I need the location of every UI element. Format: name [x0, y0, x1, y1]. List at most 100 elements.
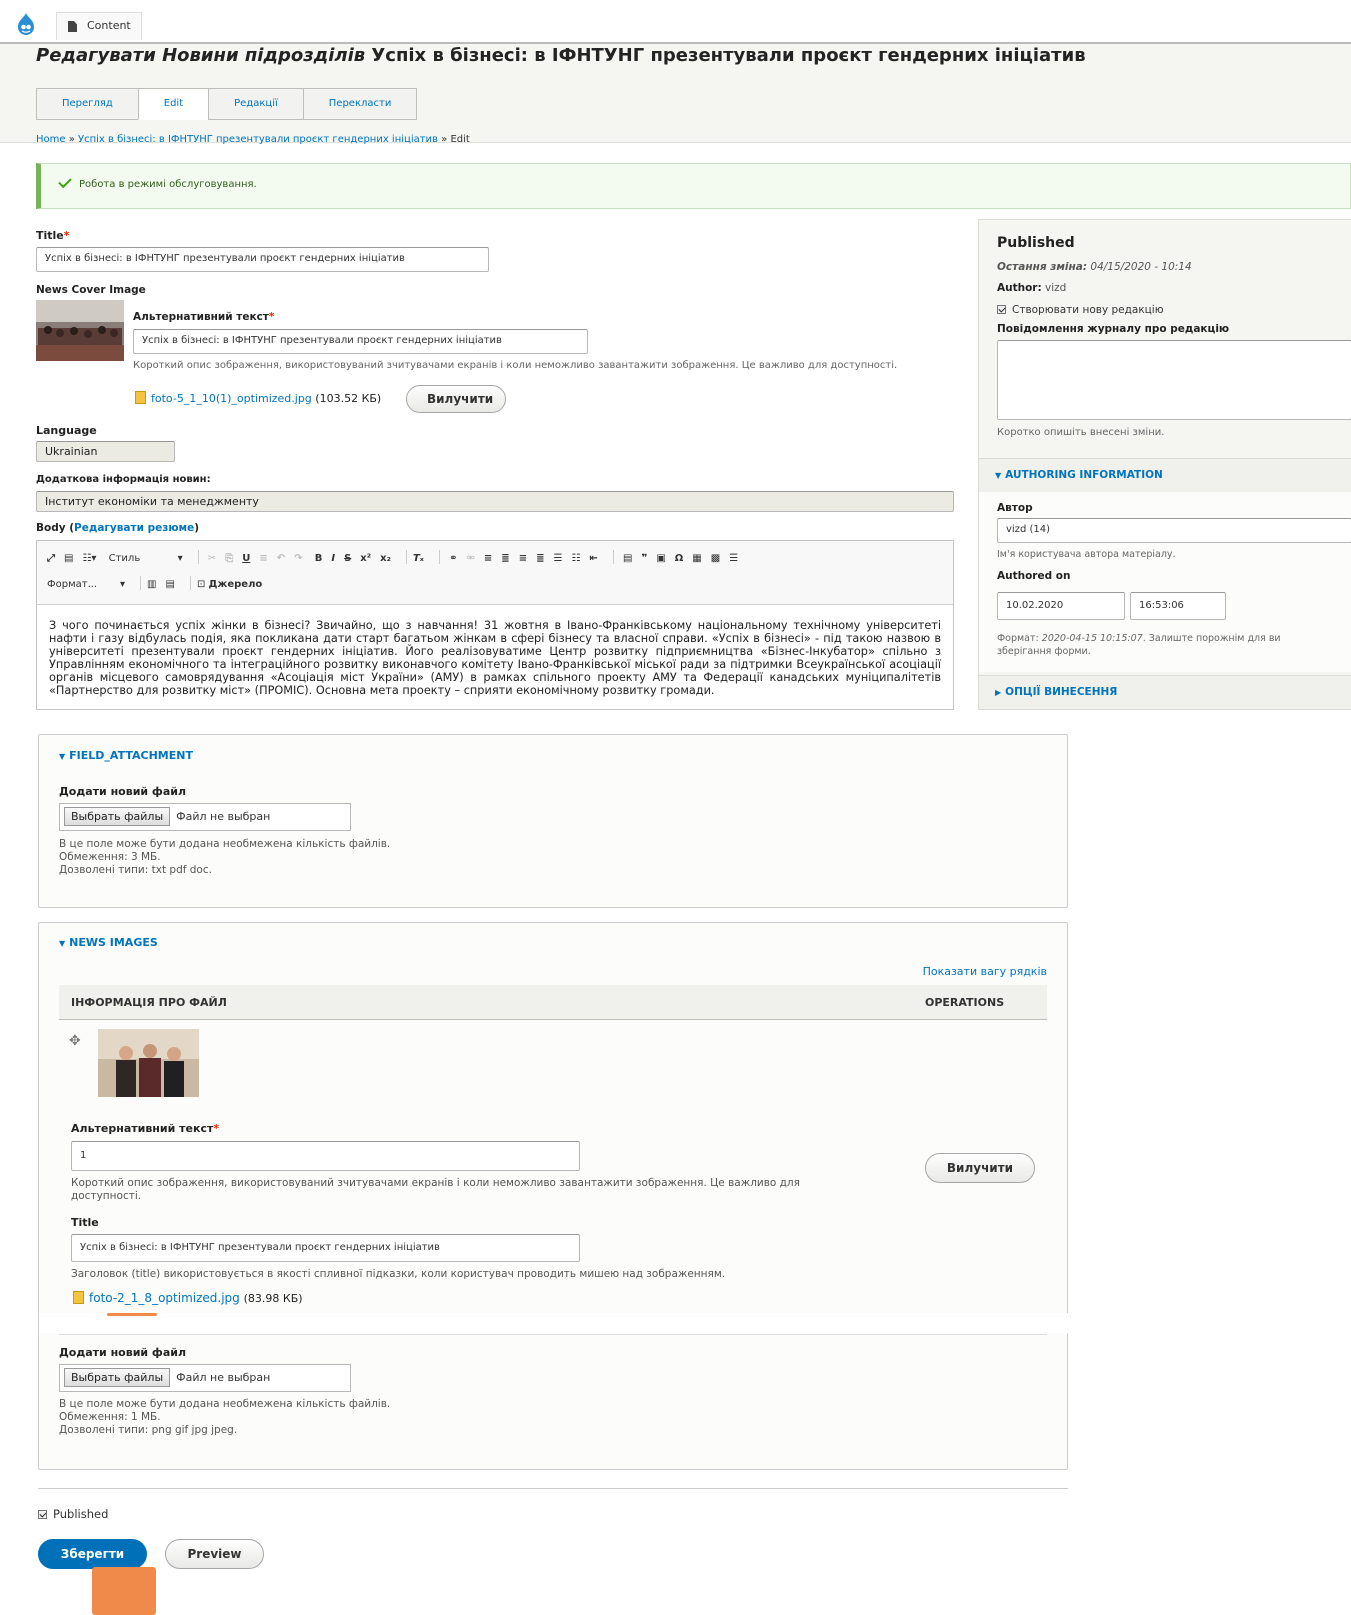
attachment-help: В це поле може бути додана необмежена кі… — [59, 838, 391, 876]
indent-icon[interactable]: ≡ — [259, 553, 267, 564]
template-icon[interactable]: ▤ — [165, 579, 174, 590]
hr-icon[interactable]: ☰ — [729, 553, 738, 564]
cut-icon[interactable]: ✂ — [208, 553, 216, 564]
breadcrumb-node[interactable]: Успіх в бізнесі: в ІФНТУНГ презентували … — [78, 134, 438, 145]
align-center-icon[interactable]: ≣ — [501, 553, 509, 564]
attachment-file-input[interactable]: Выбрать файлы Файл не выбран — [59, 803, 351, 831]
last-change: Остання зміна: 04/15/2020 - 10:14 — [997, 261, 1192, 273]
underline-icon[interactable]: U — [242, 553, 250, 564]
paste-icon[interactable]: ▤ — [64, 553, 73, 564]
status-message: Робота в режимі обслуговування. — [36, 163, 1351, 209]
maximize-icon[interactable]: ⤢ — [47, 553, 55, 564]
format-dropdown[interactable]: Формат... — [47, 579, 111, 590]
attachment-legend[interactable]: ▼ FIELD_ATTACHMENT — [59, 749, 193, 762]
table-icon[interactable]: ▦ — [692, 553, 701, 564]
superscript-icon[interactable]: x² — [360, 553, 371, 564]
image-title-input[interactable]: Успіх в бізнесі: в ІФНТУНГ презентували … — [71, 1234, 580, 1262]
language-select[interactable]: Ukrainian — [36, 441, 175, 462]
remove-format-icon[interactable]: Tₓ — [413, 553, 424, 564]
bottom-screenshot: ▼ FIELD_ATTACHMENT Додати новий файл Выбр… — [0, 710, 1351, 1615]
tab-revisions[interactable]: Редакції — [208, 88, 303, 120]
image-remove-button[interactable]: Вилучити — [925, 1153, 1035, 1183]
save-button[interactable]: Зберегти — [38, 1539, 147, 1569]
body-editor[interactable]: ⤢ ▤ ☷▾ Стиль ▾ ✂ ⎘ U ≡ ↶ ↷ B I Sx² x₂ Tₓ ⚭ ⚮ ≡ ≣ ≡ ≣ ☰ ☷ ⇤ ▤… — [36, 540, 954, 710]
image-file-icon — [73, 1291, 84, 1304]
choose-files-button[interactable]: Выбрать файлы — [64, 807, 171, 826]
tab-view[interactable]: Перегляд — [36, 88, 138, 120]
highlight-marker — [107, 1313, 157, 1316]
authoring-section-toggle[interactable]: ▼ AUTHORING INFORMATION — [979, 458, 1351, 492]
strike-icon[interactable]: S — [344, 553, 351, 564]
justify-icon[interactable]: ≣ — [536, 553, 544, 564]
blockquote-icon[interactable]: ❞ — [641, 553, 647, 564]
image-file-link[interactable]: foto-2_1_8_optimized.jpg — [89, 1291, 240, 1305]
cover-file-link[interactable]: foto-5_1_10(1)_optimized.jpg — [151, 392, 312, 405]
show-row-weights-link[interactable]: Показати вагу рядків — [923, 965, 1047, 978]
extra-info-select[interactable]: Інститут економіки та менеджменту — [36, 491, 954, 512]
admin-toolbar: Content — [0, 0, 1351, 42]
edit-summary-link[interactable]: Редагувати резюме — [74, 522, 194, 534]
image-title-description: Заголовок (title) використовується в яко… — [71, 1268, 726, 1280]
highlight-marker — [92, 1567, 156, 1615]
top-screenshot: Content Редагувати Новини підрозділів Ус… — [0, 0, 1351, 710]
unlink-icon[interactable]: ⚮ — [467, 553, 475, 564]
redo-icon[interactable]: ↷ — [294, 553, 302, 564]
time-input[interactable]: 16:53:06 — [1130, 592, 1226, 620]
checkbox-icon[interactable] — [997, 305, 1006, 314]
choose-files-button[interactable]: Выбрать файлы — [64, 1368, 171, 1387]
triangle-down-icon: ▼ — [995, 471, 1002, 480]
cover-file: foto-5_1_10(1)_optimized.jpg (103.52 КБ) — [135, 391, 381, 405]
drag-handle-icon[interactable]: ✥ — [69, 1033, 81, 1049]
title-input[interactable]: Успіх в бізнесі: в ІФНТУНГ презентували … — [36, 247, 489, 272]
autor-label: Автор — [997, 502, 1033, 514]
page-title: Редагувати Новини підрозділів Успіх в бі… — [36, 45, 1086, 66]
toolbar-content[interactable]: Content — [56, 12, 142, 40]
image-file-input[interactable]: Выбрать файлы Файл не выбран — [59, 1364, 351, 1392]
breadcrumb-home[interactable]: Home — [36, 134, 66, 145]
published-title: Published — [997, 235, 1075, 251]
cover-remove-button[interactable]: Вилучити — [406, 385, 506, 413]
cover-thumbnail — [36, 300, 124, 361]
link-icon[interactable]: ⚭ — [449, 553, 457, 564]
image-icon[interactable]: ▣ — [656, 553, 665, 564]
italic-icon[interactable]: I — [331, 553, 335, 564]
alt-input[interactable]: Успіх в бізнесі: в ІФНТУНГ презентували … — [133, 329, 588, 354]
editor-toolbar: ⤢ ▤ ☷▾ Стиль ▾ ✂ ⎘ U ≡ ↶ ↷ B I Sx² x₂ Tₓ ⚭ ⚮ ≡ ≣ ≡ ≣ ☰ ☷ ⇤ ▤… — [37, 541, 953, 605]
source-button[interactable]: ⊡ Джерело — [197, 579, 271, 590]
style-dropdown[interactable]: Стиль — [109, 553, 169, 564]
authoring-panel: Автор vizd (14) Ім'я користувача автора … — [979, 492, 1351, 672]
align-left-icon[interactable]: ≡ — [484, 553, 492, 564]
alt-label: Альтернативний текст* — [133, 311, 275, 323]
published-checkbox[interactable]: Published — [38, 1507, 108, 1521]
undo-icon[interactable]: ↶ — [277, 553, 285, 564]
drupal-logo-icon[interactable] — [14, 12, 38, 36]
outdent-icon[interactable]: ⇤ — [589, 553, 597, 564]
paste-text-icon[interactable]: ▤ — [623, 553, 632, 564]
news-images-fieldset: ▼ NEWS IMAGES Показати вагу рядків ІНФОРМ… — [38, 922, 1069, 1470]
autor-input[interactable]: vizd (14) — [997, 518, 1351, 543]
image-alt-input[interactable]: 1 — [71, 1141, 580, 1171]
editor-body[interactable]: З чого починається успіх жінки в бізнесі… — [37, 605, 953, 710]
cover-label: News Cover Image — [36, 284, 146, 296]
media-icon[interactable]: ▩ — [711, 553, 720, 564]
bullet-list-icon[interactable]: ☰ — [553, 553, 562, 564]
bold-icon[interactable]: B — [315, 553, 323, 564]
tab-translate[interactable]: Перекласти — [302, 88, 418, 120]
log-textarea[interactable] — [997, 340, 1351, 420]
new-revision-checkbox[interactable]: Створювати нову редакцію — [997, 304, 1164, 316]
number-list-icon[interactable]: ☷ — [571, 553, 580, 564]
options-section-toggle[interactable]: ▶ ОПЦІЇ ВИНЕСЕННЯ — [979, 675, 1351, 709]
news-images-legend[interactable]: ▼ NEWS IMAGES — [59, 936, 158, 949]
checkbox-icon[interactable] — [38, 1510, 47, 1519]
language-label: Language — [36, 424, 97, 437]
image-title-label: Title — [71, 1216, 99, 1229]
copy-icon[interactable]: ⎘ — [225, 553, 233, 564]
align-right-icon[interactable]: ≡ — [519, 553, 527, 564]
subscript-icon[interactable]: x₂ — [380, 553, 391, 564]
paste-word-icon[interactable]: ▥ — [147, 579, 156, 590]
special-char-icon[interactable]: Ω — [675, 553, 684, 564]
date-input[interactable]: 10.02.2020 — [997, 592, 1125, 620]
tab-edit[interactable]: Edit — [137, 88, 209, 120]
preview-button[interactable]: Preview — [165, 1539, 264, 1569]
table-format-icon[interactable]: ☷▾ — [82, 553, 96, 564]
